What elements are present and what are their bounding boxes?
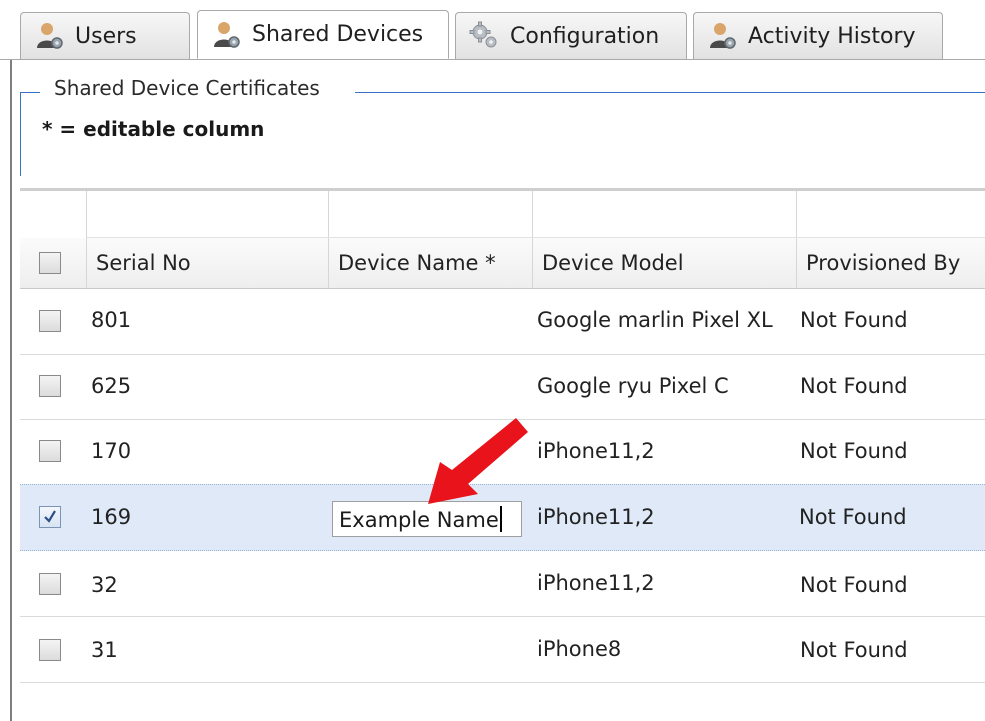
device-model-cell: iPhone11,2 bbox=[537, 505, 655, 529]
fieldset-border bbox=[20, 92, 21, 176]
device-model-cell: iPhone8 bbox=[537, 637, 622, 661]
device-grid: Serial No Device Name * Device Model Pro… bbox=[20, 188, 985, 688]
column-divider bbox=[328, 238, 329, 288]
select-all-checkbox[interactable] bbox=[39, 252, 61, 274]
tab-bar-divider bbox=[0, 59, 985, 60]
provisioned-by-cell: Not Found bbox=[800, 308, 908, 332]
column-divider bbox=[532, 191, 533, 238]
row-checkbox-checked[interactable] bbox=[39, 506, 61, 528]
serial-no-cell: 31 bbox=[91, 638, 118, 662]
table-row[interactable]: 170 iPhone11,2 Not Found bbox=[20, 419, 985, 485]
serial-no-cell: 169 bbox=[91, 505, 132, 529]
editable-column-hint: * = editable column bbox=[42, 117, 265, 141]
serial-no-cell: 801 bbox=[91, 308, 132, 332]
filter-row bbox=[20, 191, 985, 238]
fieldset-legend: Shared Device Certificates bbox=[54, 76, 320, 100]
row-checkbox[interactable] bbox=[39, 440, 61, 462]
checkmark-icon bbox=[44, 510, 56, 523]
user-gear-icon bbox=[33, 20, 65, 52]
provisioned-by-cell: Not Found bbox=[800, 439, 908, 463]
tab-configuration[interactable]: Configuration bbox=[455, 12, 687, 59]
column-divider bbox=[796, 191, 797, 238]
device-model-cell: iPhone11,2 bbox=[537, 439, 655, 463]
device-name-input[interactable]: Example Name bbox=[332, 501, 522, 537]
table-row[interactable]: 625 Google ryu Pixel C Not Found bbox=[20, 354, 985, 420]
serial-no-cell: 170 bbox=[91, 439, 132, 463]
device-model-cell: Google ryu Pixel C bbox=[537, 374, 729, 398]
column-divider bbox=[532, 238, 533, 288]
column-divider bbox=[328, 191, 329, 238]
serial-no-cell: 625 bbox=[91, 374, 132, 398]
device-model-cell: Google marlin Pixel XL bbox=[537, 308, 773, 332]
column-header-provisioned-by[interactable]: Provisioned By bbox=[806, 238, 960, 288]
table-row[interactable]: 31 iPhone8 Not Found bbox=[20, 617, 985, 683]
tab-activity-history[interactable]: Activity History bbox=[693, 12, 943, 59]
device-model-cell: iPhone11,2 bbox=[537, 571, 655, 595]
row-checkbox[interactable] bbox=[39, 310, 61, 332]
fieldset-border bbox=[20, 92, 40, 93]
table-row[interactable]: 801 Google marlin Pixel XL Not Found bbox=[20, 289, 985, 355]
provisioned-by-cell: Not Found bbox=[799, 505, 907, 529]
column-header-serial-no[interactable]: Serial No bbox=[96, 238, 191, 288]
gears-icon bbox=[468, 20, 500, 52]
row-checkbox[interactable] bbox=[39, 639, 61, 661]
table-row[interactable]: 32 iPhone11,2 Not Found bbox=[20, 551, 985, 617]
column-header-device-model[interactable]: Device Model bbox=[542, 238, 684, 288]
column-divider bbox=[86, 238, 87, 288]
text-caret bbox=[499, 506, 502, 532]
user-gear-icon bbox=[706, 20, 738, 52]
tab-label: Shared Devices bbox=[252, 22, 424, 47]
fieldset-border bbox=[355, 92, 985, 93]
tab-label: Activity History bbox=[748, 23, 916, 49]
provisioned-by-cell: Not Found bbox=[800, 638, 908, 662]
provisioned-by-cell: Not Found bbox=[800, 374, 908, 398]
provisioned-by-cell: Not Found bbox=[800, 573, 908, 597]
tab-bar: Users Shared Devices Configuration Activ… bbox=[0, 0, 985, 60]
column-header-device-name[interactable]: Device Name * bbox=[338, 238, 496, 288]
device-name-input-value: Example Name bbox=[339, 508, 499, 532]
row-checkbox[interactable] bbox=[39, 573, 61, 595]
serial-no-cell: 32 bbox=[91, 573, 118, 597]
tab-users[interactable]: Users bbox=[20, 12, 190, 59]
user-gear-icon bbox=[210, 19, 242, 51]
column-divider bbox=[796, 238, 797, 288]
row-checkbox[interactable] bbox=[39, 375, 61, 397]
table-row-selected[interactable]: 169 Example Name iPhone11,2 Not Found bbox=[20, 484, 985, 551]
column-divider bbox=[86, 191, 87, 238]
tab-label: Users bbox=[75, 23, 137, 49]
tab-label: Configuration bbox=[510, 23, 660, 49]
tab-shared-devices[interactable]: Shared Devices bbox=[197, 10, 449, 59]
panel-border bbox=[10, 60, 12, 721]
